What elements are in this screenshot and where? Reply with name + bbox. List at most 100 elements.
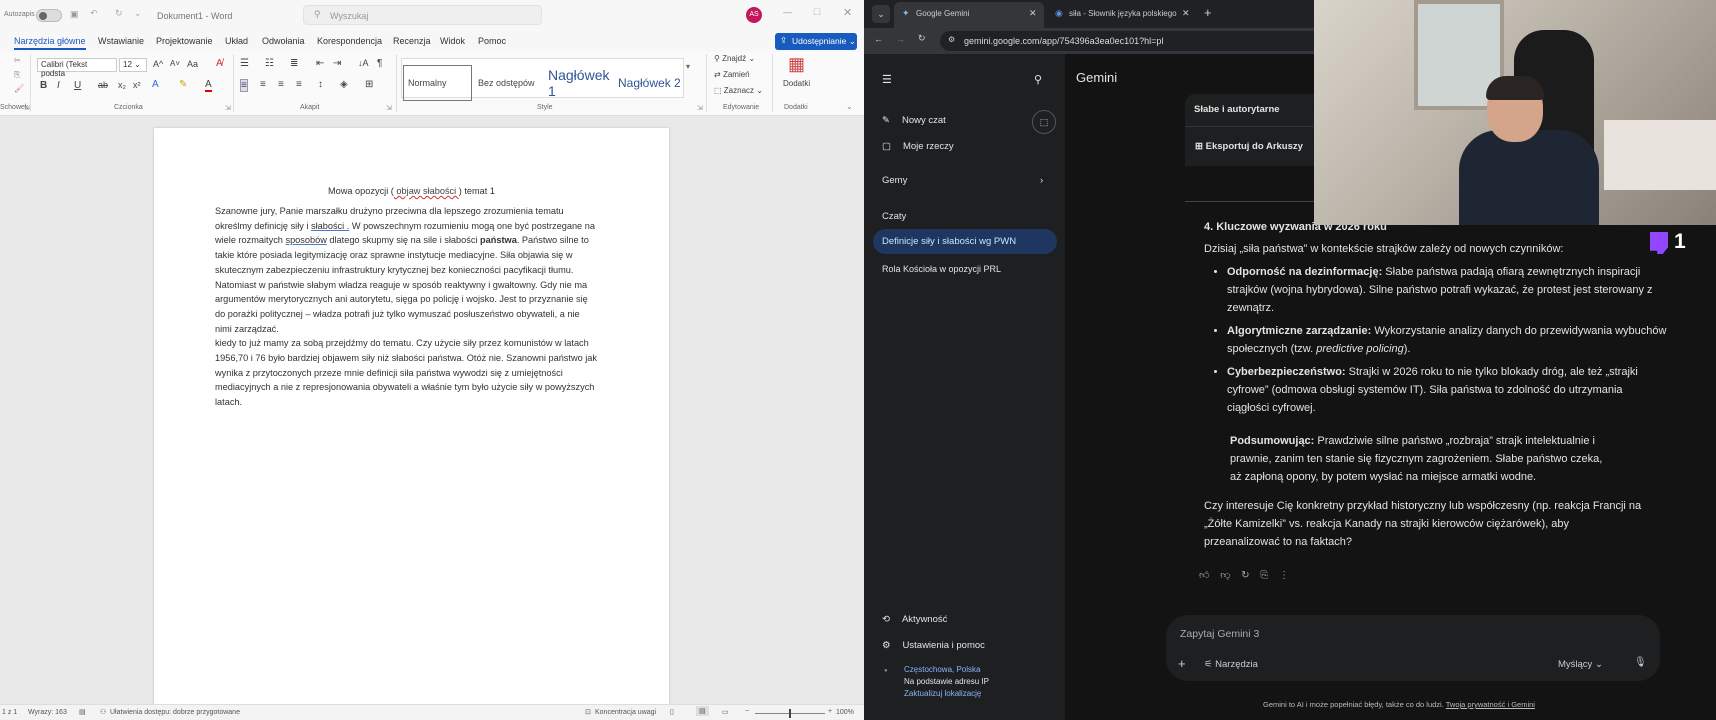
align-right-icon[interactable]: ≡ — [278, 79, 284, 90]
my-stuff-button[interactable]: ▢ Moje rzeczy — [882, 141, 954, 152]
superscript-icon[interactable]: x² — [133, 80, 141, 90]
export-sheets-button[interactable]: ⊞ Eksportuj do Arkuszy — [1185, 126, 1314, 166]
reload-icon[interactable]: ↻ — [918, 33, 926, 44]
font-name-select[interactable]: Calibri (Tekst podsta — [37, 58, 117, 78]
chat-item-active[interactable]: Definicje siły i słabości wg PWN — [873, 229, 1057, 254]
italic-icon[interactable]: I — [57, 80, 60, 91]
settings-button[interactable]: ⚙ Ustawienia i pomoc — [882, 640, 985, 651]
location-city[interactable]: Częstochowa, Polska — [904, 665, 980, 674]
save-icon[interactable]: ▣ — [70, 9, 79, 20]
justify-icon[interactable]: ≡ — [296, 79, 302, 90]
tab-insert[interactable]: Wstawianie — [98, 36, 144, 46]
thumbs-up-icon[interactable]: 👍︎ — [1199, 570, 1209, 581]
subscript-icon[interactable]: x₂ — [118, 80, 126, 90]
tab-mailings[interactable]: Korespondencja — [317, 36, 382, 46]
url-field[interactable]: ⚙ gemini.google.com/app/754396a3ea0ec101… — [940, 31, 1314, 51]
new-chat-button[interactable]: ✎ Nowy czat — [882, 115, 946, 126]
align-left-icon[interactable]: ≡ — [240, 79, 248, 92]
clipboard-launcher-icon[interactable]: ⇲ — [24, 104, 30, 112]
copy-icon[interactable]: ⎘ — [1260, 570, 1268, 581]
browser-tab-gemini[interactable]: ✦ Google Gemini ✕ — [894, 2, 1044, 28]
search-chats-icon[interactable]: ⚲ — [1034, 73, 1042, 86]
collapse-ribbon-icon[interactable]: ⌄ — [846, 102, 853, 111]
microphone-icon[interactable]: 🎙︎ — [1634, 657, 1647, 668]
tab-review[interactable]: Recenzja — [393, 36, 431, 46]
user-avatar[interactable]: AS — [746, 7, 762, 23]
decrease-indent-icon[interactable]: ⇤ — [316, 58, 324, 69]
format-painter-icon[interactable]: 🖌 — [14, 84, 24, 93]
replace-button[interactable]: ⇄ Zamień — [714, 70, 750, 79]
regenerate-icon[interactable]: ↻ — [1241, 570, 1249, 581]
close-tab-icon[interactable]: ✕ — [1029, 8, 1037, 19]
shrink-font-icon[interactable]: A˅ — [170, 59, 180, 68]
shading-icon[interactable]: ◈ — [340, 79, 348, 90]
menu-icon[interactable]: ☰ — [882, 73, 892, 86]
find-button[interactable]: ⚲ Znajdź ⌄ — [714, 54, 755, 63]
activity-button[interactable]: ⟲ Aktywność — [882, 614, 947, 625]
zoom-slider[interactable] — [755, 709, 825, 718]
read-mode-icon[interactable]: ▯ — [670, 708, 674, 716]
back-icon[interactable]: ← — [874, 34, 883, 44]
zoom-out-icon[interactable]: − — [745, 708, 749, 715]
clear-format-icon[interactable]: A̸ — [216, 58, 223, 69]
style-heading1[interactable]: Nagłówek 1 — [544, 65, 614, 101]
proofing-icon[interactable]: ▤ — [79, 708, 86, 716]
text-effects-icon[interactable]: A — [152, 79, 159, 90]
tab-help[interactable]: Pomoc — [478, 36, 506, 46]
font-launcher-icon[interactable]: ⇲ — [225, 104, 231, 112]
highlight-icon[interactable]: ✎ — [179, 79, 187, 90]
grow-font-icon[interactable]: A^ — [153, 59, 163, 69]
copy-icon[interactable]: ⎘ — [14, 70, 20, 80]
update-location-link[interactable]: Zaktualizuj lokalizację — [904, 689, 981, 698]
page-count[interactable]: 1 z 1 — [2, 709, 17, 716]
style-heading2[interactable]: Nagłówek 2 — [614, 65, 684, 101]
increase-indent-icon[interactable]: ⇥ — [333, 58, 341, 69]
addins-button-label[interactable]: Dodatki — [783, 79, 810, 88]
tab-design[interactable]: Projektowanie — [156, 36, 213, 46]
sort-icon[interactable]: ↓A — [358, 58, 369, 68]
tab-view[interactable]: Widok — [440, 36, 465, 46]
multilevel-list-icon[interactable]: ≣ — [290, 58, 298, 69]
chat-item[interactable]: Rola Kościoła w opozycji PRL — [882, 264, 1001, 274]
styles-more-icon[interactable]: ▾ — [686, 62, 690, 71]
zoom-level[interactable]: 100% — [836, 709, 854, 716]
styles-launcher-icon[interactable]: ⇲ — [697, 104, 703, 112]
focus-mode[interactable]: Koncentracja uwagi — [595, 709, 656, 716]
close-tab-icon[interactable]: ✕ — [1182, 8, 1190, 19]
style-normal[interactable]: Normalny — [403, 65, 472, 101]
share-button[interactable]: ⇪ Udostępnianie ⌄ — [775, 33, 857, 50]
addins-icon[interactable]: ▦ — [788, 54, 805, 75]
web-layout-icon[interactable]: ▭ — [722, 708, 729, 716]
select-button[interactable]: ⬚ Zaznacz ⌄ — [714, 86, 763, 95]
bullets-icon[interactable]: ☰ — [240, 58, 249, 69]
add-file-icon[interactable]: + — [1178, 656, 1186, 671]
accessibility-status[interactable]: Ułatwienia dostępu: dobrze przygotowane — [110, 709, 240, 716]
browser-tab-dictionary[interactable]: ◉ siła - Słownik języka polskiego ✕ — [1047, 2, 1197, 28]
align-center-icon[interactable]: ≡ — [260, 79, 266, 90]
customize-qat-icon[interactable]: ⌄ — [134, 8, 142, 19]
tab-search-icon[interactable]: ⌄ — [872, 5, 890, 23]
gemini-brand[interactable]: Gemini — [1076, 70, 1117, 85]
underline-icon[interactable]: U — [74, 80, 81, 91]
font-color-icon[interactable]: A — [205, 79, 212, 92]
close-icon[interactable]: ✕ — [843, 6, 852, 19]
maximize-icon[interactable]: ☐ — [813, 7, 821, 18]
prompt-box[interactable]: Zapytaj Gemini 3 + ⚟ Narzędzia Myślący ⌄… — [1166, 615, 1660, 681]
gems-row[interactable]: Gemy › — [882, 175, 1052, 186]
line-spacing-icon[interactable]: ↕ — [318, 79, 323, 90]
redo-icon[interactable]: ↻ — [115, 8, 123, 19]
undo-icon[interactable]: ↶ — [90, 8, 98, 19]
change-case-icon[interactable]: Aa — [187, 59, 198, 69]
mode-select[interactable]: Myślący ⌄ — [1558, 659, 1603, 670]
minimize-icon[interactable]: — — [783, 7, 792, 17]
more-options-icon[interactable]: ⋮ — [1279, 570, 1289, 581]
cut-icon[interactable]: ✂ — [14, 56, 21, 65]
show-marks-icon[interactable]: ¶ — [377, 58, 382, 69]
word-count[interactable]: Wyrazy: 163 — [28, 709, 67, 716]
borders-icon[interactable]: ⊞ — [365, 79, 373, 90]
temporary-chat-icon[interactable]: ⬚ — [1032, 110, 1056, 134]
zoom-in-icon[interactable]: + — [828, 708, 832, 715]
style-no-spacing[interactable]: Bez odstępów — [474, 65, 544, 101]
numbering-icon[interactable]: ☷ — [265, 58, 274, 69]
site-info-icon[interactable]: ⚙ — [948, 35, 955, 44]
